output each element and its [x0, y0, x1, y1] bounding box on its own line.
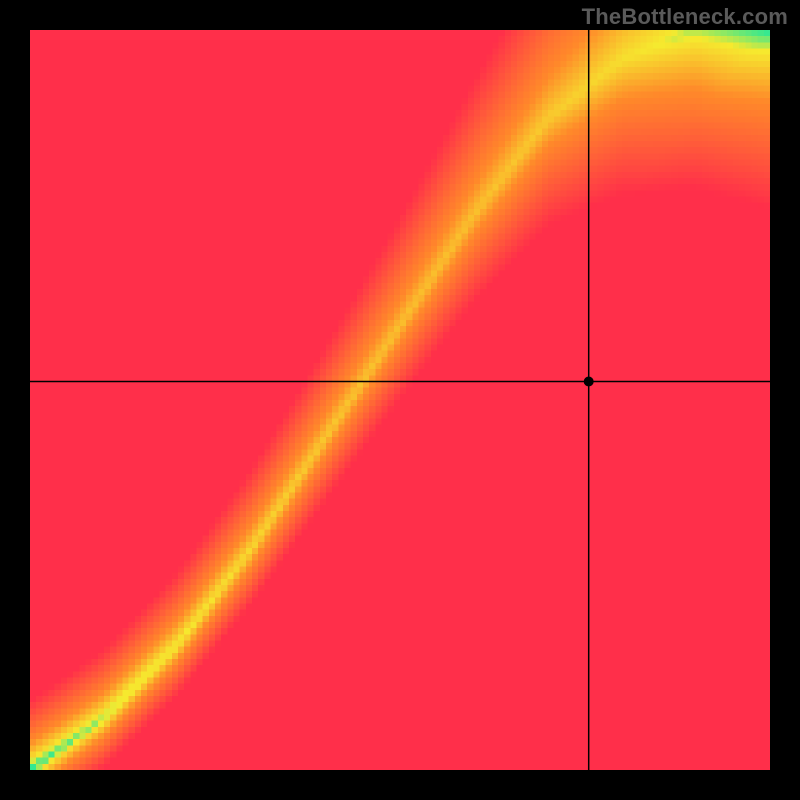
bottleneck-heatmap — [30, 30, 770, 770]
attribution-label: TheBottleneck.com — [582, 4, 788, 30]
chart-container: TheBottleneck.com — [0, 0, 800, 800]
